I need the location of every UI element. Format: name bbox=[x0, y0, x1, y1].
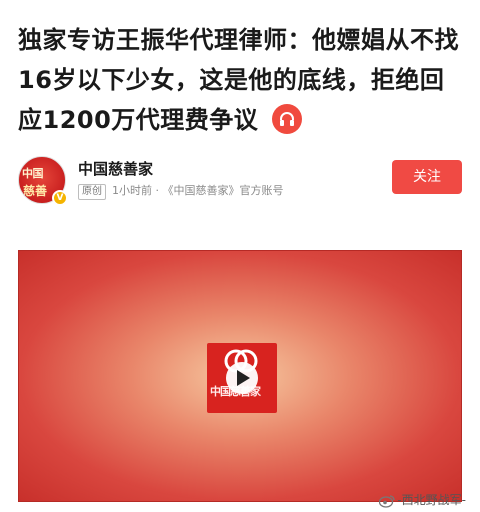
headphones-icon[interactable] bbox=[272, 104, 303, 134]
author-name[interactable]: 中国慈善家 bbox=[78, 158, 153, 179]
article-headline: 独家专访王振华代理律师：他嫖娼从不找16岁以下少女，这是他的底线，拒绝回应120… bbox=[18, 20, 468, 140]
avatar-text-top: 中国 bbox=[22, 167, 44, 180]
weibo-watermark: -西北野战军- bbox=[379, 491, 466, 508]
video-player[interactable]: 中国慈善家 bbox=[18, 250, 462, 502]
author-row: 中国 慈善 V 中国慈善家 原创 1小时前 · 《中国慈善家》官方账号 关注 bbox=[18, 152, 468, 212]
video-logo: 中国慈善家 bbox=[207, 343, 277, 413]
original-badge: 原创 bbox=[78, 184, 106, 200]
follow-button[interactable]: 关注 bbox=[392, 160, 462, 194]
play-icon[interactable] bbox=[226, 362, 258, 394]
verified-badge-icon: V bbox=[52, 190, 68, 206]
watermark-text: -西北野战军- bbox=[397, 493, 466, 507]
headline-text: 独家专访王振华代理律师：他嫖娼从不找16岁以下少女，这是他的底线，拒绝回应120… bbox=[18, 26, 459, 134]
avatar-text-bottom: 慈善 bbox=[23, 184, 48, 198]
post-meta: 原创 1小时前 · 《中国慈善家》官方账号 bbox=[78, 182, 284, 200]
weibo-icon bbox=[379, 494, 395, 508]
post-meta-text: 1小时前 · 《中国慈善家》官方账号 bbox=[112, 184, 284, 197]
